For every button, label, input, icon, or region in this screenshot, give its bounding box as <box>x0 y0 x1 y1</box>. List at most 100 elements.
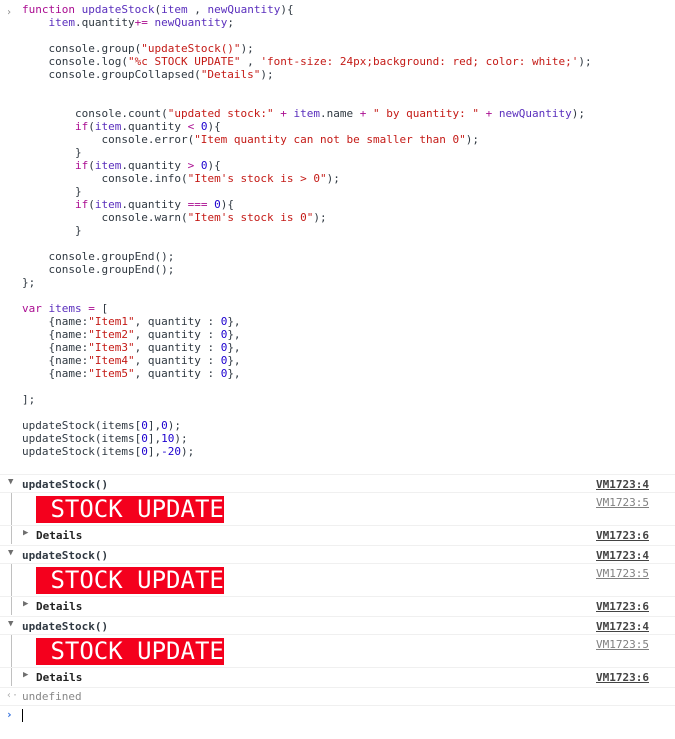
code-token: {name: <box>22 354 89 367</box>
separator <box>0 616 675 617</box>
code-line: {name:"Item4", quantity : 0}, <box>22 354 241 367</box>
code-token: }; <box>22 276 36 289</box>
source-link[interactable]: VM1723:5 <box>596 567 649 580</box>
code-token: ); <box>578 55 592 68</box>
source-link[interactable]: VM1723:5 <box>596 496 649 509</box>
details-label: Details <box>36 600 83 613</box>
code-line: console.groupEnd(); <box>22 263 174 276</box>
source-link[interactable]: VM1723:6 <box>596 671 649 684</box>
code-token: "Item quantity can not be smaller than 0… <box>194 133 466 146</box>
code-token: "Item1" <box>88 315 135 328</box>
code-token: ){ <box>280 3 294 16</box>
source-link[interactable]: VM1723:4 <box>596 549 649 562</box>
code-token: newQuantity <box>498 107 572 120</box>
group-header[interactable]: ▼ updateStock() VM1723:4 <box>0 618 675 635</box>
code-token: "Item2" <box>88 328 135 341</box>
text-caret[interactable] <box>22 709 23 722</box>
source-link[interactable]: VM1723:4 <box>596 620 649 633</box>
prompt-chevron-icon: › <box>6 708 13 721</box>
code-token: console.groupCollapsed( <box>22 68 201 81</box>
code-line: } <box>22 224 82 237</box>
code-token: + <box>280 107 287 120</box>
code-token: , quantity : <box>134 315 221 328</box>
separator <box>0 474 675 475</box>
details-label: Details <box>36 671 83 684</box>
return-value-row: ‹· undefined <box>0 688 675 705</box>
code-line: console.log("%c STOCK UPDATE" , 'font-si… <box>22 55 592 68</box>
code-line: if(item.quantity > 0){ <box>22 159 221 172</box>
code-token: ( <box>88 198 95 211</box>
code-token: -20 <box>161 445 181 458</box>
expanded-triangle-icon[interactable]: ▼ <box>8 477 13 487</box>
code-token: 'font-size: 24px;background: red; color:… <box>260 55 579 68</box>
code-line: item.quantity+= newQuantity; <box>22 16 234 29</box>
code-token: ){ <box>207 159 221 172</box>
code-line: }; <box>22 276 35 289</box>
code-token: "Details" <box>200 68 261 81</box>
code-token: 0 <box>141 445 148 458</box>
code-line: console.warn("Item's stock is 0"); <box>22 211 326 224</box>
code-token: items <box>48 302 82 315</box>
stock-update-banner: STOCK UPDATE <box>36 637 224 665</box>
code-token: 0 <box>161 419 168 432</box>
code-token: 0 <box>141 419 148 432</box>
stock-update-banner: STOCK UPDATE <box>36 566 224 594</box>
code-token: item <box>94 198 122 211</box>
code-token: .quantity <box>75 16 135 29</box>
group-title: updateStock() <box>22 549 109 562</box>
group-header[interactable]: ▼ updateStock() VM1723:4 <box>0 476 675 493</box>
console-prompt[interactable]: › <box>0 706 675 726</box>
collapsed-triangle-icon[interactable]: ▶ <box>23 528 28 538</box>
source-link[interactable]: VM1723:6 <box>596 600 649 613</box>
code-token: "updated stock:" <box>167 107 274 120</box>
code-token: ( <box>88 120 95 133</box>
code-token: [ <box>94 302 109 315</box>
code-token: item <box>94 159 122 172</box>
group-header[interactable]: ▼ updateStock() VM1723:4 <box>0 547 675 564</box>
code-token: if <box>74 159 89 172</box>
details-group-header[interactable]: ▶ Details VM1723:6 <box>0 526 675 544</box>
expanded-triangle-icon[interactable]: ▼ <box>8 619 13 629</box>
code-token: ); <box>180 445 195 458</box>
code-token: newQuantity <box>207 3 281 16</box>
code-token: updateStock <box>81 3 155 16</box>
code-token: console.log( <box>22 55 128 68</box>
code-token: }, <box>227 354 241 367</box>
details-group-header[interactable]: ▶ Details VM1723:6 <box>0 668 675 686</box>
code-token: "Item's stock is > 0" <box>187 172 327 185</box>
code-token: ); <box>260 68 274 81</box>
code-token: "Item5" <box>88 367 135 380</box>
details-group-header[interactable]: ▶ Details VM1723:6 <box>0 597 675 615</box>
code-token: ); <box>167 419 181 432</box>
code-token: newQuantity <box>154 16 228 29</box>
code-token: .name <box>320 107 360 120</box>
code-token: ; <box>227 16 234 29</box>
code-token: === <box>187 198 208 211</box>
code-token: "%c STOCK UPDATE" <box>127 55 241 68</box>
code-token: if <box>74 198 89 211</box>
code-token: {name: <box>22 341 89 354</box>
code-token: item <box>48 16 76 29</box>
code-token: "Item4" <box>88 354 135 367</box>
code-token: , <box>187 3 208 16</box>
input-echo-chevron-icon: › <box>6 7 13 18</box>
code-token: = <box>88 302 95 315</box>
collapsed-triangle-icon[interactable]: ▶ <box>23 670 28 680</box>
code-token: "Item's stock is 0" <box>187 211 314 224</box>
code-line: } <box>22 146 82 159</box>
code-token: item <box>293 107 321 120</box>
source-link[interactable]: VM1723:6 <box>596 529 649 542</box>
source-link[interactable]: VM1723:5 <box>596 638 649 651</box>
source-link[interactable]: VM1723:4 <box>596 478 649 491</box>
expanded-triangle-icon[interactable]: ▼ <box>8 548 13 558</box>
code-line: {name:"Item3", quantity : 0}, <box>22 341 240 354</box>
collapsed-triangle-icon[interactable]: ▶ <box>23 599 28 609</box>
code-token: item <box>161 3 188 16</box>
code-token: console.groupEnd(); <box>22 263 175 276</box>
code-token: var <box>22 302 49 315</box>
